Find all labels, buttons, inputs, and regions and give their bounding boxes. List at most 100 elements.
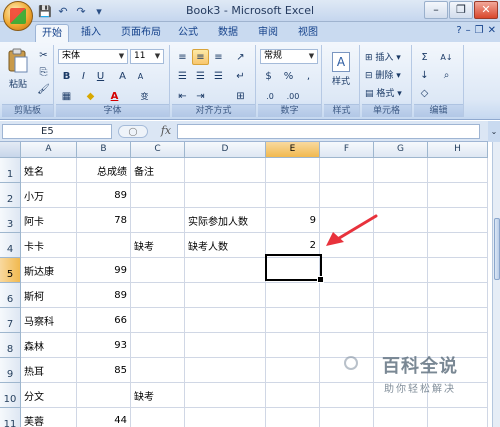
cell-a2[interactable]: 小万 [21, 183, 77, 208]
tab-formulas[interactable]: 公式 [172, 24, 204, 42]
cell-h5[interactable] [428, 258, 488, 283]
cell-g7[interactable] [374, 308, 428, 333]
cell-h7[interactable] [428, 308, 488, 333]
cell-b1[interactable]: 总成绩 [77, 158, 131, 183]
cell-e6[interactable] [266, 283, 320, 308]
fill-color-button[interactable]: ◆ [82, 88, 99, 104]
number-format-combo[interactable]: 常规 ▼ [260, 49, 318, 64]
cell-d1[interactable] [185, 158, 266, 183]
active-cell-selection[interactable] [265, 254, 324, 283]
cell-c4[interactable]: 缺考 [131, 233, 185, 258]
cell-d6[interactable] [185, 283, 266, 308]
cell-d10[interactable] [185, 383, 266, 408]
cell-d9[interactable] [185, 358, 266, 383]
scroll-thumb[interactable] [494, 218, 500, 280]
increase-indent-icon[interactable]: ⇥ [192, 88, 209, 104]
cell-f7[interactable] [320, 308, 374, 333]
phonetic-button[interactable]: 变 [136, 88, 153, 104]
format-cells-button[interactable]: ▤ 格式 ▾ [364, 85, 410, 100]
paste-button[interactable]: 粘贴 [4, 47, 32, 97]
cell-c1[interactable]: 备注 [131, 158, 185, 183]
cell-c3[interactable] [131, 208, 185, 233]
doc-minimize-button[interactable]: – [466, 25, 471, 36]
cell-g2[interactable] [374, 183, 428, 208]
minimize-button[interactable]: – [424, 1, 448, 19]
cell-e10[interactable] [266, 383, 320, 408]
row-header-2[interactable]: 2 [0, 183, 21, 208]
styles-button[interactable]: A 样式 [326, 49, 356, 97]
row-header-11[interactable]: 11 [0, 408, 21, 427]
cell-e11[interactable] [266, 408, 320, 427]
insert-function-button[interactable]: fx [156, 124, 176, 139]
cell-c6[interactable] [131, 283, 185, 308]
cell-d4[interactable]: 缺考人数 [185, 233, 266, 258]
shrink-font-button[interactable]: A [132, 68, 149, 84]
clear-button[interactable]: ◇ [416, 85, 433, 101]
cell-b6[interactable]: 89 [77, 283, 131, 308]
cut-icon[interactable]: ✂ [35, 47, 52, 63]
cell-a6[interactable]: 斯柯 [21, 283, 77, 308]
col-header-e[interactable]: E [266, 142, 320, 158]
comma-button[interactable]: , [300, 68, 317, 84]
font-size-combo[interactable]: 11 ▼ [130, 49, 164, 64]
cell-e2[interactable] [266, 183, 320, 208]
align-left-icon[interactable]: ☰ [174, 68, 191, 84]
tab-home[interactable]: 开始 [35, 24, 69, 42]
align-middle-icon[interactable]: ≡ [192, 49, 209, 65]
cell-f4[interactable] [320, 233, 374, 258]
help-icon[interactable]: ? [456, 25, 461, 36]
fill-button[interactable]: ↓ [416, 67, 433, 83]
tab-data[interactable]: 数据 [212, 24, 244, 42]
office-button[interactable] [3, 1, 33, 31]
cell-a11[interactable]: 芙蓉 [21, 408, 77, 427]
cell-d3[interactable]: 实际参加人数 [185, 208, 266, 233]
border-button[interactable]: ▦ [58, 88, 75, 104]
cell-c11[interactable] [131, 408, 185, 427]
cell-d8[interactable] [185, 333, 266, 358]
cell-a3[interactable]: 阿卡 [21, 208, 77, 233]
cell-e9[interactable] [266, 358, 320, 383]
vertical-scrollbar[interactable] [492, 142, 500, 427]
cell-c2[interactable] [131, 183, 185, 208]
orientation-icon[interactable]: ↗ [232, 49, 249, 65]
row-header-9[interactable]: 9 [0, 358, 21, 383]
select-all-corner[interactable] [0, 142, 21, 158]
cell-e8[interactable] [266, 333, 320, 358]
cell-a5[interactable]: 斯达康 [21, 258, 77, 283]
cell-h1[interactable] [428, 158, 488, 183]
decrease-indent-icon[interactable]: ⇤ [174, 88, 191, 104]
close-button[interactable]: ✕ [474, 1, 498, 19]
cell-f6[interactable] [320, 283, 374, 308]
decrease-decimal-button[interactable]: .00 [282, 88, 304, 104]
cell-b8[interactable]: 93 [77, 333, 131, 358]
font-name-combo[interactable]: 宋体 ▼ [58, 49, 128, 64]
format-painter-icon[interactable]: 🖌 [35, 81, 52, 97]
font-color-button[interactable]: A [106, 88, 123, 104]
merge-center-icon[interactable]: ⊞ [232, 88, 249, 104]
cell-e7[interactable] [266, 308, 320, 333]
cell-b11[interactable]: 44 [77, 408, 131, 427]
col-header-a[interactable]: A [21, 142, 77, 158]
cell-f11[interactable] [320, 408, 374, 427]
insert-cells-button[interactable]: ⊞ 插入 ▾ [364, 49, 410, 64]
col-header-b[interactable]: B [77, 142, 131, 158]
tab-view[interactable]: 视图 [292, 24, 324, 42]
cell-c7[interactable] [131, 308, 185, 333]
cell-d11[interactable] [185, 408, 266, 427]
col-header-g[interactable]: G [374, 142, 428, 158]
cell-d5[interactable] [185, 258, 266, 283]
cell-h4[interactable] [428, 233, 488, 258]
autosum-button[interactable]: Σ [416, 49, 433, 65]
cell-b2[interactable]: 89 [77, 183, 131, 208]
cell-g11[interactable] [374, 408, 428, 427]
row-header-7[interactable]: 7 [0, 308, 21, 333]
italic-button[interactable]: I [75, 68, 92, 84]
cell-d2[interactable] [185, 183, 266, 208]
cell-c10[interactable]: 缺考 [131, 383, 185, 408]
currency-button[interactable]: $ [260, 68, 277, 84]
cell-g3[interactable] [374, 208, 428, 233]
name-box[interactable]: E5 [2, 124, 112, 139]
row-header-5[interactable]: 5 [0, 258, 21, 283]
row-header-4[interactable]: 4 [0, 233, 21, 258]
cell-b9[interactable]: 85 [77, 358, 131, 383]
